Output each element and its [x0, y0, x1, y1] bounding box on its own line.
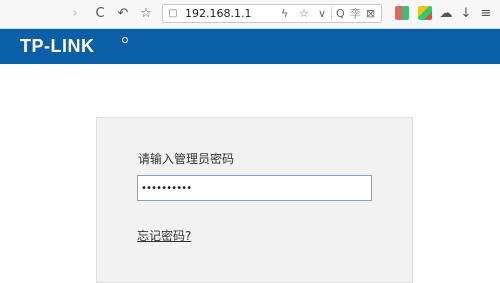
bolt-icon[interactable]: ϟ — [281, 6, 288, 22]
password-prompt: 请输入管理员密码 — [138, 152, 235, 166]
address-text[interactable]: 192.168.1.1 — [185, 6, 251, 22]
menu-icon[interactable]: ≡ — [477, 4, 495, 22]
address-divider — [331, 7, 332, 20]
download-icon[interactable]: ↓ — [457, 4, 475, 22]
tp-link-logo: TP-LINK — [20, 36, 95, 56]
forward-icon[interactable]: › — [66, 4, 84, 22]
extension-grid-icon[interactable] — [395, 6, 409, 20]
extension-color-icon[interactable] — [418, 6, 432, 20]
address-bar[interactable]: ▢ 192.168.1.1 ϟ ☆ ∨ Q 李 ⊠ — [162, 4, 382, 23]
undo-icon[interactable]: ↶ — [114, 4, 132, 22]
reload-icon[interactable]: C — [91, 4, 109, 22]
bookmark-star-icon[interactable]: ☆ — [137, 4, 155, 22]
shield-icon: ▢ — [168, 8, 178, 19]
search-input[interactable]: 李 — [350, 6, 361, 22]
browser-toolbar: › C ↶ ☆ ▢ 192.168.1.1 ϟ ☆ ∨ Q 李 ⊠ ☁ ↓ ≡ — [0, 0, 500, 29]
login-card: 请输入管理员密码 忘记密码? — [96, 117, 413, 283]
password-input[interactable] — [137, 175, 372, 201]
clear-search-icon[interactable]: ⊠ — [366, 6, 375, 22]
search-icon[interactable]: Q — [336, 6, 345, 22]
forgot-password-link[interactable]: 忘记密码? — [137, 229, 191, 243]
registered-mark-icon — [122, 37, 128, 43]
header-banner: TP-LINK — [0, 29, 500, 64]
cloud-icon[interactable]: ☁ — [437, 4, 455, 22]
chevron-down-icon[interactable]: ∨ — [318, 6, 326, 22]
star-icon[interactable]: ☆ — [299, 6, 309, 22]
